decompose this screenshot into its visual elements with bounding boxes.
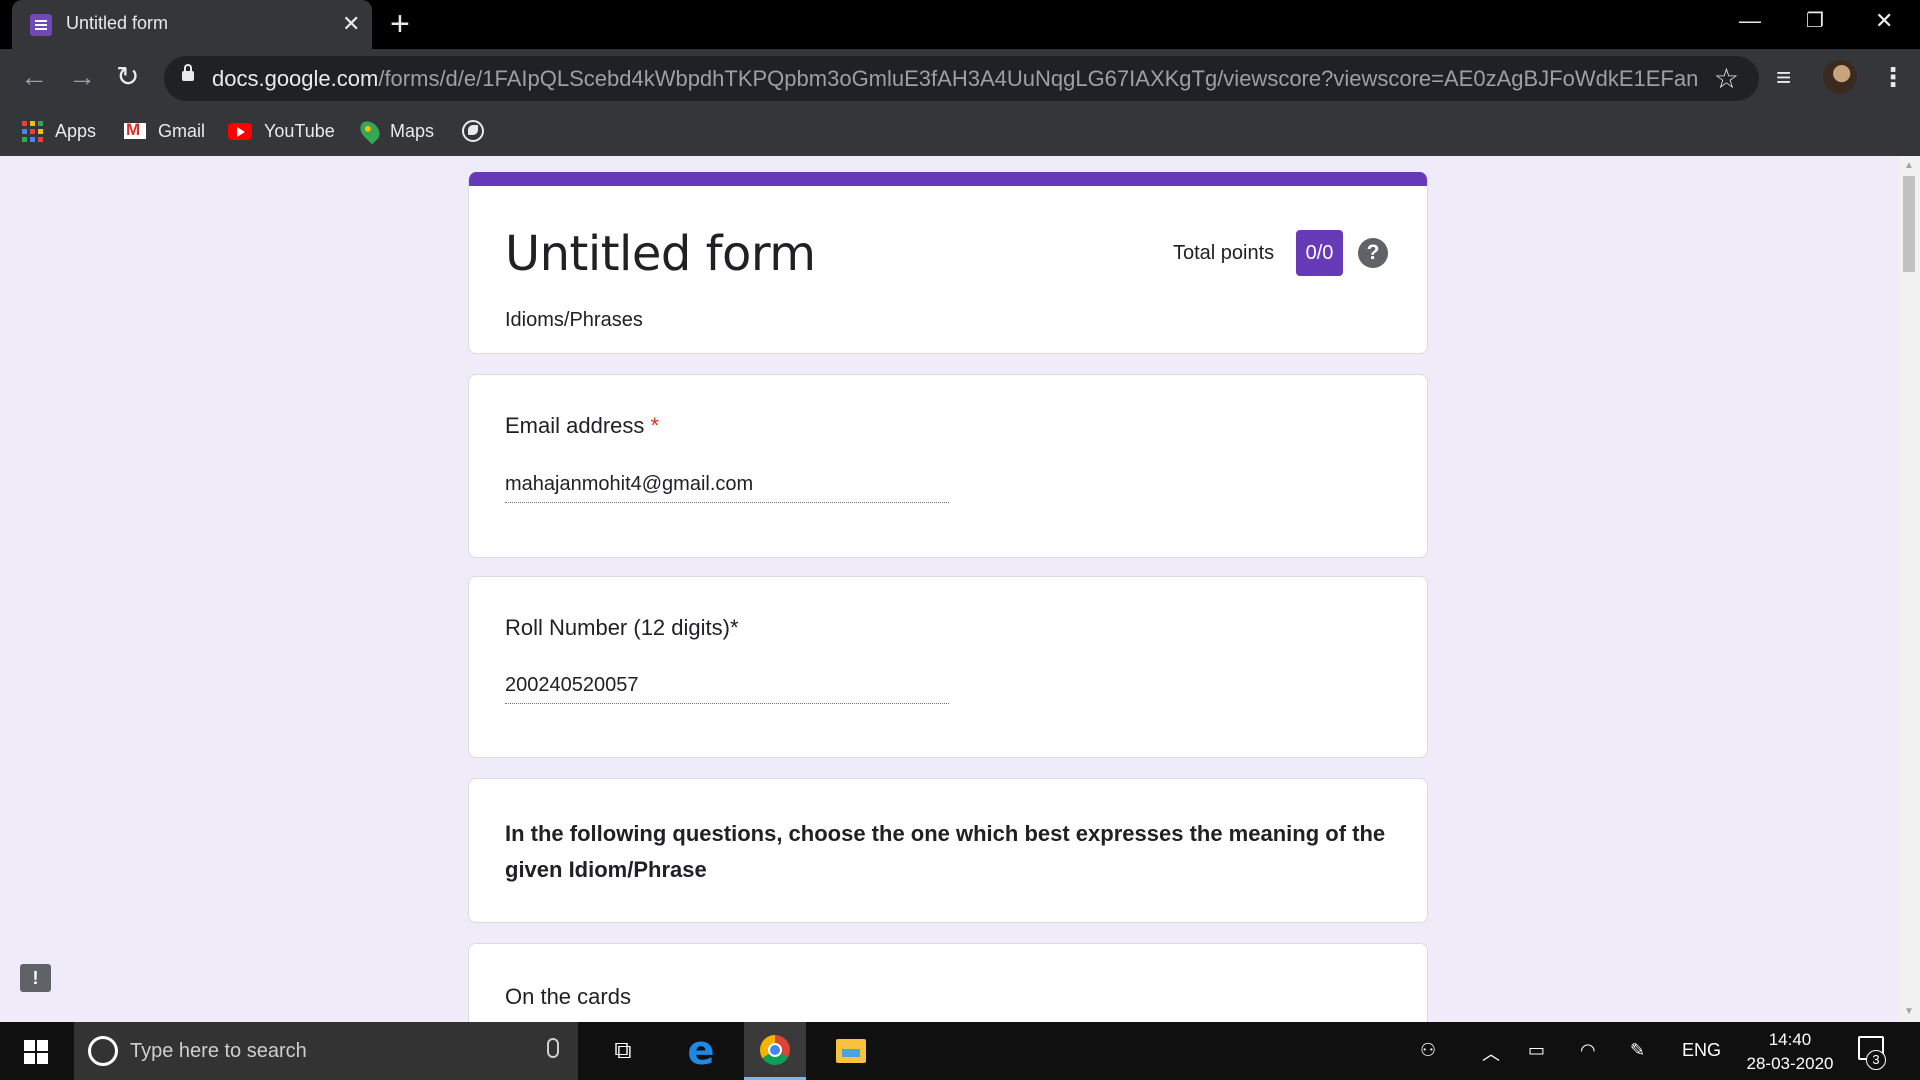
wifi-icon[interactable]: ◠ xyxy=(1580,1040,1596,1061)
scrollbar-thumb[interactable] xyxy=(1903,176,1915,272)
form-description: Idioms/Phrases xyxy=(505,309,643,331)
browser-tab-bar: Untitled form ✕ + — ❐ ✕ xyxy=(0,0,1920,49)
cortana-icon[interactable] xyxy=(88,1036,118,1066)
address-bar[interactable]: docs.google.com/forms/d/e/1FAIpQLScebd4k… xyxy=(164,56,1759,101)
battery-icon[interactable]: ▭ xyxy=(1528,1040,1545,1061)
google-forms-icon xyxy=(30,14,52,36)
new-tab-button[interactable]: + xyxy=(390,6,410,42)
total-points-badge: 0/0 xyxy=(1296,230,1343,276)
url-path: /forms/d/e/1FAIpQLScebd4kWbpdhTKPQpbm3oG… xyxy=(378,66,1697,91)
instruction-card: In the following questions, choose the o… xyxy=(468,778,1428,923)
required-mark: * xyxy=(650,413,660,438)
question-card: On the cards xyxy=(468,943,1428,1022)
form-title: Untitled form xyxy=(505,226,816,282)
bookmark-label: YouTube xyxy=(264,120,335,141)
bookmark-youtube[interactable]: YouTube xyxy=(228,106,335,156)
bookmark-maps[interactable]: Maps xyxy=(356,106,435,156)
reload-button[interactable]: ↻ xyxy=(116,61,139,93)
edge-icon[interactable]: e xyxy=(670,1022,732,1080)
notification-count-badge: 3 xyxy=(1866,1050,1886,1070)
show-hidden-icons-chevron[interactable]: ︿ xyxy=(1482,1040,1500,1066)
roll-number-question-card: Roll Number (12 digits)* 200240520057 xyxy=(468,576,1428,758)
tab-title: Untitled form xyxy=(66,13,169,33)
bookmark-star-icon[interactable]: ☆ xyxy=(1714,62,1739,95)
roll-number-label: Roll Number (12 digits)* xyxy=(505,615,739,640)
roll-number-answer: 200240520057 xyxy=(505,674,949,704)
bookmark-globe[interactable] xyxy=(462,106,496,156)
page-scrollbar[interactable]: ▲ ▼ xyxy=(1898,156,1920,1022)
taskbar-search-box[interactable]: Type here to search xyxy=(74,1022,578,1080)
browser-toolbar: ← → ↻ docs.google.com/forms/d/e/1FAIpQLS… xyxy=(0,49,1920,156)
bookmarks-bar: Apps Gmail YouTube Maps xyxy=(0,106,1920,156)
language-indicator[interactable]: ENG xyxy=(1682,1040,1721,1061)
email-label-text: Email address xyxy=(505,413,645,438)
task-view-icon[interactable]: ⧉ xyxy=(592,1022,654,1080)
search-placeholder: Type here to search xyxy=(130,1040,307,1062)
bookmark-label: Apps xyxy=(55,120,97,141)
total-points-label: Total points xyxy=(1173,242,1275,264)
bookmark-label: Gmail xyxy=(158,120,206,141)
bookmark-gmail[interactable]: Gmail xyxy=(124,106,205,156)
window-close-button[interactable]: ✕ xyxy=(1875,6,1893,36)
report-feedback-icon[interactable]: ! xyxy=(20,964,51,992)
scroll-up-arrow[interactable]: ▲ xyxy=(1904,160,1914,171)
url-text[interactable]: docs.google.com/forms/d/e/1FAIpQLScebd4k… xyxy=(212,66,1697,92)
forward-button[interactable]: → xyxy=(68,61,96,93)
gmail-icon xyxy=(124,120,146,140)
scroll-down-arrow[interactable]: ▼ xyxy=(1904,1006,1914,1017)
media-queue-icon[interactable]: ≡ xyxy=(1776,61,1791,93)
youtube-icon xyxy=(228,122,252,140)
email-question-card: Email address * mahajanmohit4@gmail.com xyxy=(468,374,1428,558)
file-explorer-icon[interactable] xyxy=(820,1022,882,1080)
question-label: On the cards xyxy=(505,984,631,1009)
windows-taskbar: Type here to search ⧉ e ⚇ ︿ ▭ ◠ ✎ ENG 14… xyxy=(0,1022,1920,1080)
chrome-icon xyxy=(760,1034,790,1065)
back-button[interactable]: ← xyxy=(20,61,48,93)
lock-icon[interactable] xyxy=(182,64,194,81)
url-host: docs.google.com xyxy=(212,66,379,91)
form-header-card: Untitled form Idioms/Phrases Total point… xyxy=(468,172,1428,354)
instruction-text: In the following questions, choose the o… xyxy=(505,821,1386,882)
restore-button[interactable]: ❐ xyxy=(1806,6,1824,36)
pen-icon[interactable]: ✎ xyxy=(1630,1040,1645,1061)
email-answer: mahajanmohit4@gmail.com xyxy=(505,473,949,503)
minimize-button[interactable]: — xyxy=(1739,6,1761,36)
clock[interactable]: 14:40 28-03-2020 xyxy=(1730,1028,1850,1076)
windows-start-icon[interactable] xyxy=(24,1040,48,1064)
help-icon[interactable]: ? xyxy=(1358,238,1388,268)
bookmark-apps[interactable]: Apps xyxy=(22,106,96,156)
people-icon[interactable]: ⚇ xyxy=(1420,1040,1436,1061)
maps-pin-icon xyxy=(356,117,384,145)
bookmark-label: Maps xyxy=(390,120,435,141)
profile-avatar[interactable] xyxy=(1823,60,1857,94)
globe-icon xyxy=(462,120,484,142)
microphone-icon[interactable] xyxy=(547,1038,559,1058)
clock-time: 14:40 xyxy=(1768,1030,1812,1049)
chrome-taskbar-icon[interactable] xyxy=(744,1022,806,1080)
tab-untitled-form[interactable]: Untitled form ✕ xyxy=(12,0,372,49)
form-page: Untitled form Idioms/Phrases Total point… xyxy=(0,156,1920,1022)
email-label: Email address * xyxy=(505,413,659,439)
form-accent-bar xyxy=(469,172,1427,186)
close-icon[interactable]: ✕ xyxy=(342,9,360,39)
more-menu-icon[interactable]: ⋮ xyxy=(1880,61,1906,93)
clock-date: 28-03-2020 xyxy=(1746,1054,1834,1073)
apps-grid-icon xyxy=(22,120,43,142)
folder-icon xyxy=(836,1039,866,1063)
